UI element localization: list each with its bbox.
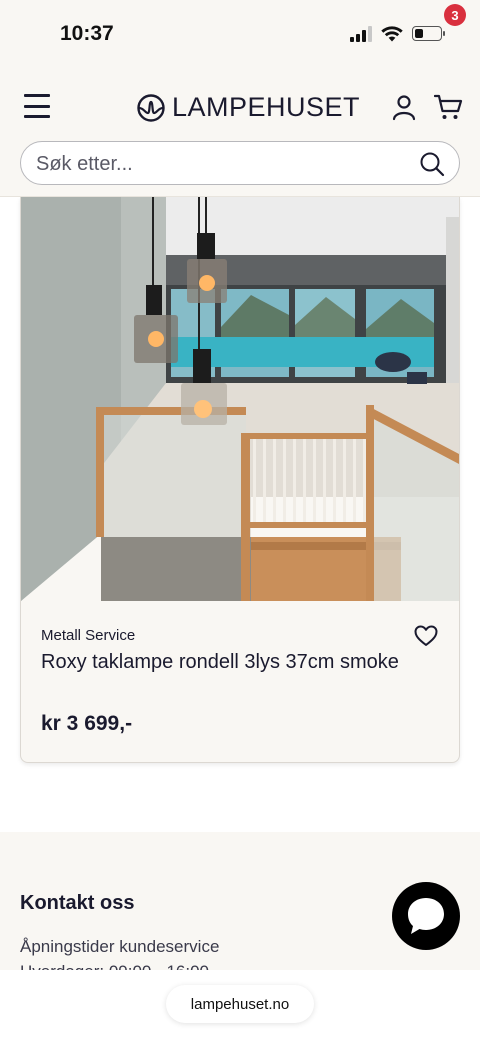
site-logo[interactable]: LAMPEHUSET — [136, 92, 360, 123]
search-input[interactable] — [36, 152, 406, 176]
search-bar[interactable] — [20, 141, 460, 185]
bulb-logo-icon — [137, 93, 165, 122]
product-price: kr 3 699,- — [41, 712, 133, 735]
user-icon[interactable] — [390, 93, 418, 121]
status-bar: 10:37 — [0, 0, 480, 70]
address-bar[interactable]: lampehuset.no — [166, 985, 314, 1023]
product-name[interactable]: Roxy taklampe rondell 3lys 37cm smoke — [41, 651, 399, 674]
battery-icon — [412, 26, 445, 41]
opening-hours-label: Åpningstider kundeservice — [20, 937, 220, 956]
browser-bottom-bar: lampehuset.no — [0, 970, 480, 1041]
logo-text: LAMPEHUSET — [172, 92, 361, 122]
status-icons — [350, 25, 445, 42]
site-header: LAMPEHUSET — [0, 80, 480, 135]
chat-button[interactable] — [392, 882, 460, 950]
heart-icon[interactable] — [414, 625, 438, 647]
cellular-signal-icon — [350, 25, 372, 42]
wifi-icon — [381, 26, 403, 42]
status-time: 10:37 — [60, 22, 114, 45]
top-header-area: 10:37 LAMPEHUSET 3 Søk etter... — [0, 0, 480, 197]
cart-count-badge[interactable]: 3 — [444, 4, 466, 26]
search-icon[interactable] — [419, 151, 445, 177]
product-image[interactable] — [21, 197, 460, 601]
product-brand[interactable]: Metall Service — [41, 627, 135, 644]
contact-heading: Kontakt oss — [20, 892, 135, 914]
hamburger-menu-icon[interactable] — [24, 94, 50, 118]
cart-icon[interactable] — [434, 93, 464, 121]
product-card[interactable]: Metall Service Roxy taklampe rondell 3ly… — [20, 197, 460, 763]
chat-bubble-icon — [408, 898, 444, 934]
